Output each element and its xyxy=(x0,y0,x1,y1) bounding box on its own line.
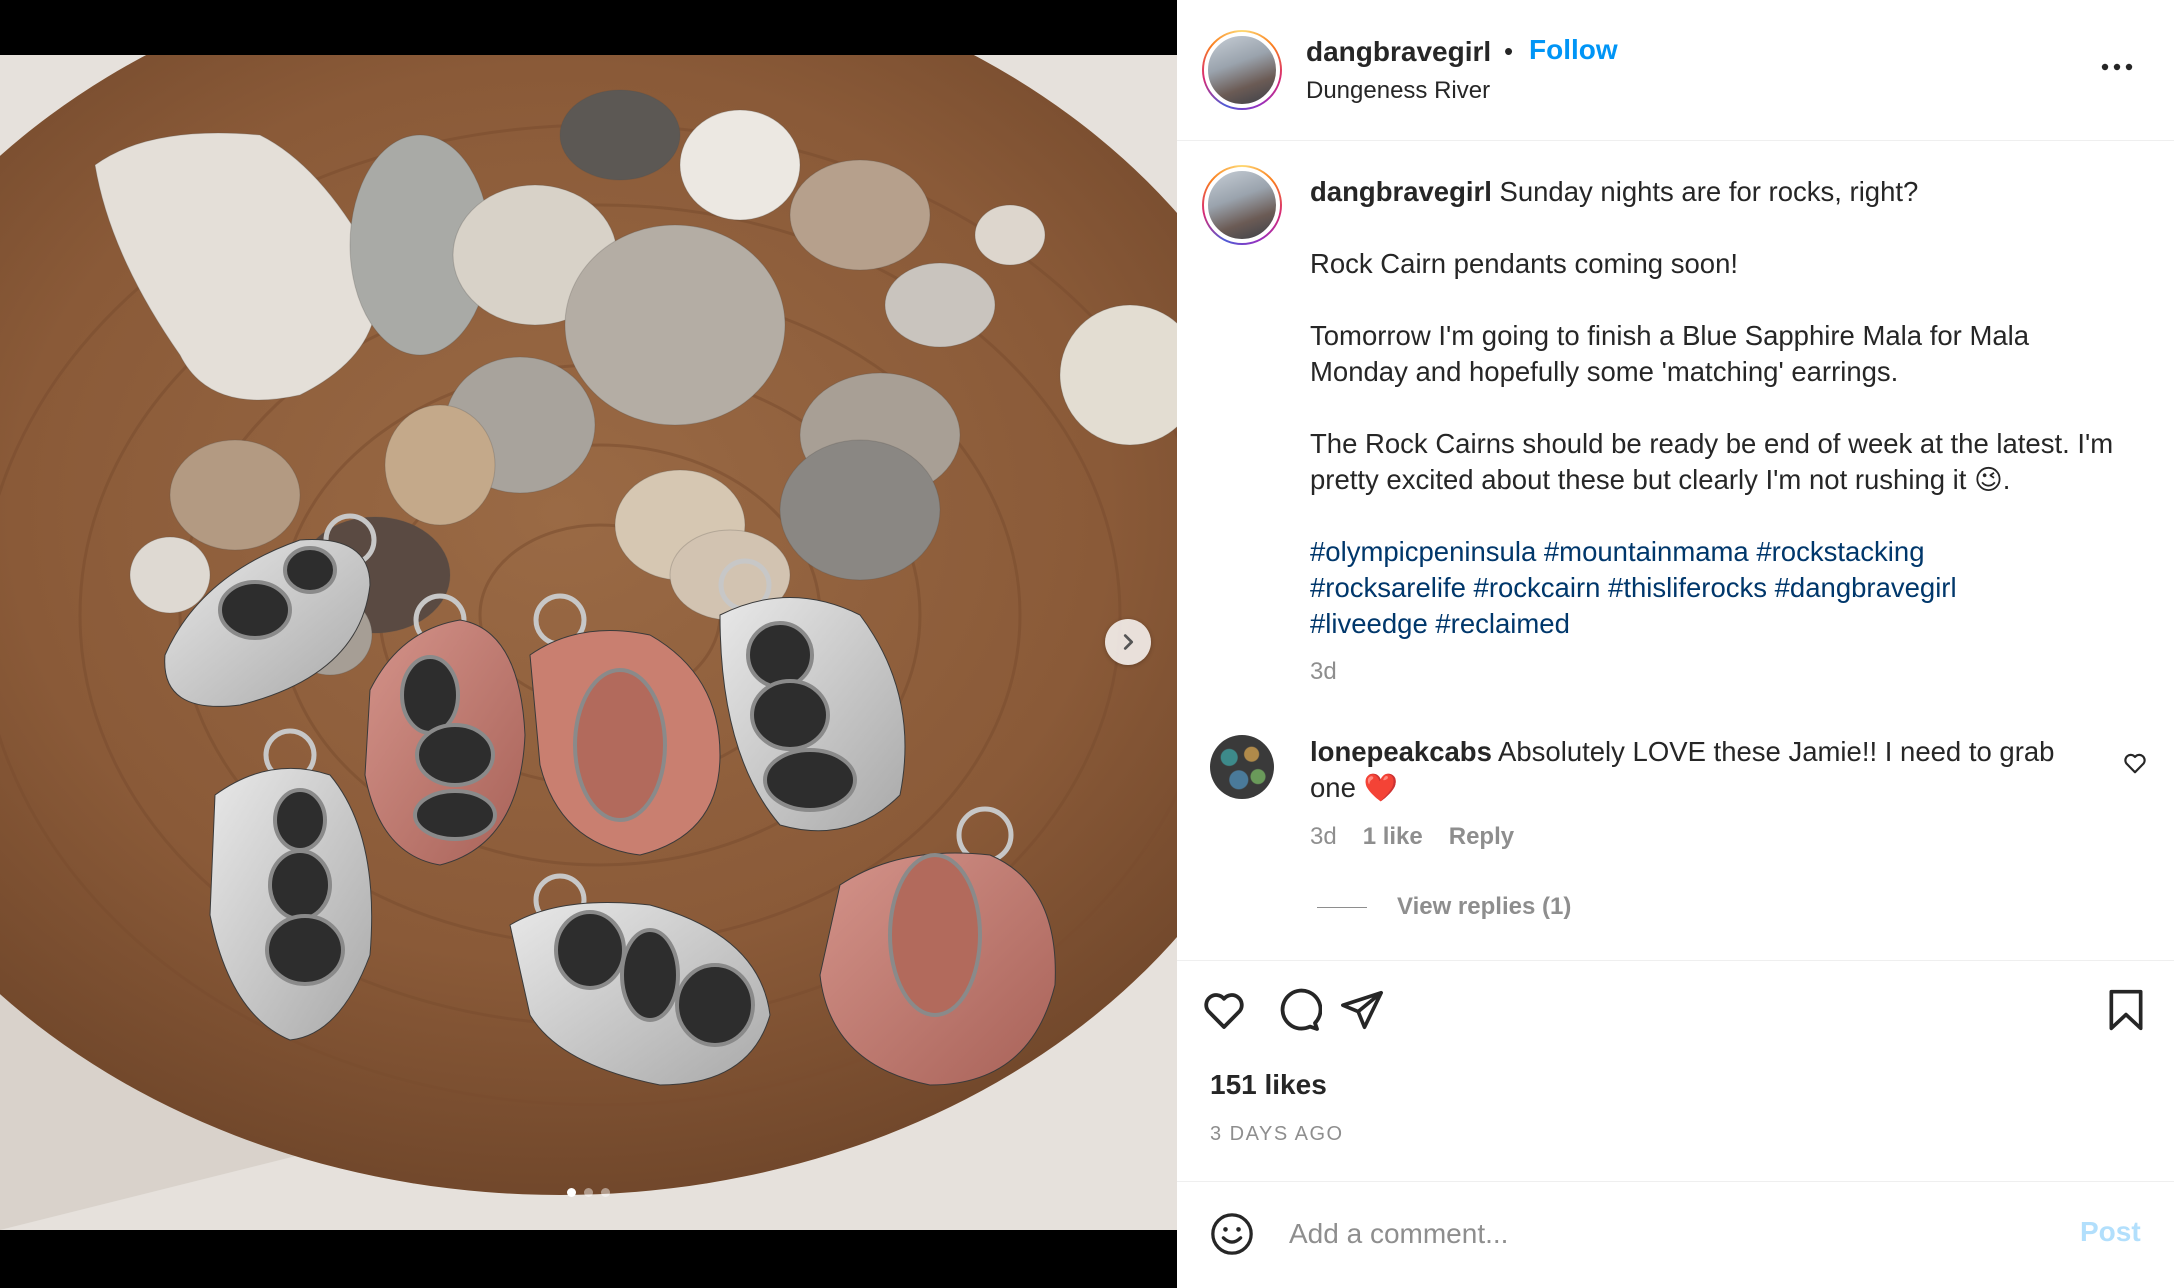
avatar xyxy=(1204,32,1280,108)
comment-bubble-icon xyxy=(1280,988,1322,1031)
post-photo xyxy=(0,55,1177,1230)
comment-like-heart-icon[interactable] xyxy=(2122,750,2148,776)
caption-avatar[interactable] xyxy=(1202,165,1282,245)
hashtag-link[interactable]: #rockstacking xyxy=(1756,536,1924,567)
caption-line: Sunday nights are for rocks, right? xyxy=(1499,176,1919,207)
comment-avatar[interactable] xyxy=(1210,735,1274,799)
comment-button[interactable] xyxy=(1273,985,1323,1035)
hashtag-link[interactable]: #liveedge xyxy=(1310,608,1428,639)
header-separator: • xyxy=(1504,36,1514,66)
like-button[interactable] xyxy=(1199,985,1249,1035)
hashtag-link[interactable]: #rockcairn xyxy=(1474,572,1601,603)
hashtag-link[interactable]: #dangbravegirl xyxy=(1775,572,1957,603)
carousel-dot xyxy=(601,1188,610,1197)
smiley-icon xyxy=(1211,1213,1253,1255)
caption-timestamp[interactable]: 3d xyxy=(1310,658,1337,686)
hashtag-link[interactable]: #reclaimed xyxy=(1435,608,1570,639)
comment-likes-link[interactable]: 1 like xyxy=(1363,823,1423,851)
carousel-dot xyxy=(584,1188,593,1197)
caption-paragraph: The Rock Cairns should be ready be end o… xyxy=(1310,428,2114,495)
header-avatar[interactable] xyxy=(1202,30,1282,110)
view-replies-label: View replies (1) xyxy=(1397,893,1572,920)
reply-button[interactable]: Reply xyxy=(1449,823,1514,851)
follow-button[interactable]: Follow xyxy=(1529,34,1618,66)
post-panel: dangbravegirl • Follow Dungeness River d… xyxy=(1177,0,2174,1288)
location-link[interactable]: Dungeness River xyxy=(1306,77,1490,105)
share-button[interactable] xyxy=(1337,985,1387,1035)
comments-divider xyxy=(1177,960,2174,961)
comment-timestamp[interactable]: 3d xyxy=(1310,823,1337,851)
carousel-dot xyxy=(567,1188,576,1197)
header-username[interactable]: dangbravegirl xyxy=(1306,36,1491,68)
heart-icon xyxy=(1204,993,1244,1029)
replies-line xyxy=(1317,906,1367,908)
comment-input[interactable] xyxy=(1287,1210,1991,1258)
hashtag-link[interactable]: #mountainmama xyxy=(1544,536,1749,567)
post-media xyxy=(0,0,1177,1288)
hashtag-link[interactable]: #thisliferocks xyxy=(1608,572,1767,603)
caption-paragraph: Tomorrow I'm going to finish a Blue Sapp… xyxy=(1310,320,2030,387)
chevron-right-icon xyxy=(1123,634,1134,650)
add-comment-bar: Post xyxy=(1177,1182,2174,1288)
save-button[interactable] xyxy=(2101,985,2151,1035)
post-date[interactable]: 3 DAYS AGO xyxy=(1210,1123,1344,1146)
carousel-next-button[interactable] xyxy=(1105,619,1151,665)
comment-body: lonepeakcabs Absolutely LOVE these Jamie… xyxy=(1310,734,2090,806)
paper-plane-icon xyxy=(1341,990,1383,1030)
emoji-button[interactable] xyxy=(1207,1209,1257,1259)
post-comment-button[interactable]: Post xyxy=(2080,1216,2141,1248)
action-bar xyxy=(1177,985,2174,1041)
view-replies-button[interactable]: View replies (1) xyxy=(1317,893,1571,921)
caption-hashtags: #olympicpeninsula #mountainmama #rocksta… xyxy=(1310,534,2130,642)
carousel-dots xyxy=(0,1188,1177,1197)
comment-username[interactable]: lonepeakcabs xyxy=(1310,736,1492,767)
comment-meta: 3d 1 like Reply xyxy=(1310,823,1514,851)
caption-username[interactable]: dangbravegirl xyxy=(1310,176,1492,207)
hashtag-link[interactable]: #rocksarelife xyxy=(1310,572,1466,603)
hashtag-link[interactable]: #olympicpeninsula xyxy=(1310,536,1536,567)
avatar xyxy=(1204,167,1280,243)
bookmark-icon xyxy=(2109,989,2143,1031)
more-options-button[interactable] xyxy=(2097,52,2137,82)
more-horizontal-icon xyxy=(2101,63,2133,71)
header-divider xyxy=(1177,140,2174,141)
caption-paragraph: Rock Cairn pendants coming soon! xyxy=(1310,248,1739,279)
likes-count[interactable]: 151 likes xyxy=(1210,1069,1327,1101)
post-caption: dangbravegirl Sunday nights are for rock… xyxy=(1310,174,2130,642)
